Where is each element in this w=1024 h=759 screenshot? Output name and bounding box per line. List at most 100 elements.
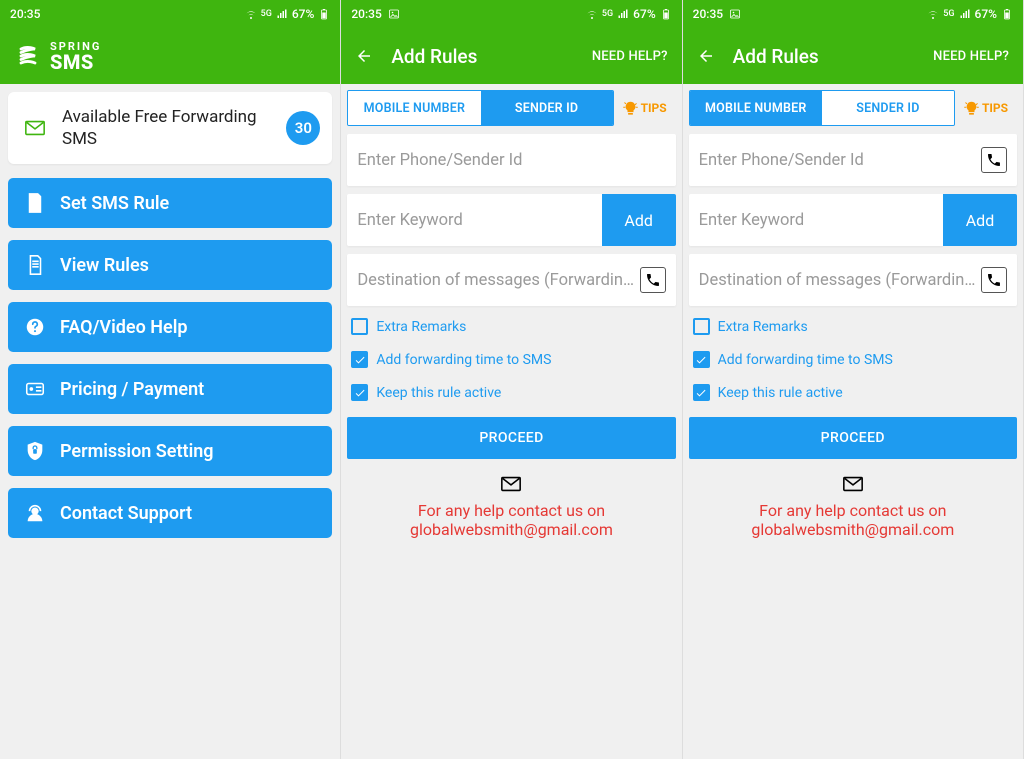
checkbox-icon xyxy=(351,384,368,401)
keyword-input[interactable] xyxy=(699,211,933,230)
support-icon xyxy=(24,502,46,524)
destination-field[interactable] xyxy=(689,254,1017,306)
screen-home: 20:35 5G 67% SPRING SMS Available Free F… xyxy=(0,0,341,759)
screenshot-icon xyxy=(729,8,741,20)
contacts-picker-button[interactable] xyxy=(981,267,1007,293)
checkbox-icon xyxy=(693,384,710,401)
destination-field[interactable] xyxy=(347,254,675,306)
keyword-input[interactable] xyxy=(357,211,591,230)
envelope-icon xyxy=(496,473,526,495)
checkbox-rule-active[interactable]: Keep this rule active xyxy=(347,380,675,405)
screen-add-rules-mobile: 20:35 5G 67% Add Rules NEED HELP? MOBILE… xyxy=(341,0,682,759)
help-text-1: For any help contact us on xyxy=(347,501,675,520)
tips-button[interactable]: TIPS xyxy=(955,90,1017,126)
checkbox-icon xyxy=(693,318,710,335)
page-title: Add Rules xyxy=(733,45,933,68)
battery-pct: 67% xyxy=(292,7,314,21)
hotspot-icon xyxy=(245,8,257,20)
proceed-button[interactable]: PROCEED xyxy=(689,417,1017,459)
set-rule-icon xyxy=(24,192,46,214)
tab-group: MOBILE NUMBER SENDER ID xyxy=(689,90,955,126)
tab-group: MOBILE NUMBER SENDER ID xyxy=(347,90,613,126)
faq-icon xyxy=(24,316,46,338)
envelope-icon xyxy=(20,117,50,139)
battery-icon xyxy=(660,8,672,20)
app-bar: Add Rules NEED HELP? xyxy=(341,28,681,84)
phone-sender-field[interactable] xyxy=(689,134,1017,186)
network-type: 5G xyxy=(943,9,954,19)
battery-icon xyxy=(318,8,330,20)
screen-add-rules-sender: 20:35 5G 67% Add Rules NEED HELP? MOBILE… xyxy=(683,0,1024,759)
menu-pricing[interactable]: Pricing / Payment xyxy=(8,364,332,414)
keyword-field[interactable] xyxy=(347,194,601,246)
phone-icon xyxy=(986,272,1002,288)
signal-icon xyxy=(617,8,629,20)
checkbox-forwarding-time[interactable]: Add forwarding time to SMS xyxy=(689,347,1017,372)
envelope-icon xyxy=(838,473,868,495)
destination-input[interactable] xyxy=(357,271,633,290)
checkbox-extra-remarks[interactable]: Extra Remarks xyxy=(689,314,1017,339)
contacts-picker-button[interactable] xyxy=(640,267,666,293)
help-text-1: For any help contact us on xyxy=(689,501,1017,520)
add-keyword-button[interactable]: Add xyxy=(943,194,1017,246)
screenshot-icon xyxy=(388,8,400,20)
phone-sender-input[interactable] xyxy=(357,151,665,170)
battery-pct: 67% xyxy=(633,7,655,21)
menu-permission[interactable]: Permission Setting xyxy=(8,426,332,476)
free-sms-card[interactable]: Available Free Forwarding SMS 30 xyxy=(8,92,332,164)
checkbox-forwarding-time[interactable]: Add forwarding time to SMS xyxy=(347,347,675,372)
back-icon[interactable] xyxy=(355,47,373,65)
need-help-link[interactable]: NEED HELP? xyxy=(933,49,1009,64)
phone-sender-field[interactable] xyxy=(347,134,675,186)
back-icon[interactable] xyxy=(697,47,715,65)
phone-icon xyxy=(986,152,1002,168)
app-bar: Add Rules NEED HELP? xyxy=(683,28,1023,84)
free-sms-label: Available Free Forwarding SMS xyxy=(62,106,274,150)
status-time: 20:35 xyxy=(693,7,723,21)
app-logo-text: SPRING SMS xyxy=(50,41,101,72)
add-keyword-button[interactable]: Add xyxy=(602,194,676,246)
status-bar: 20:35 5G 67% xyxy=(683,0,1023,28)
tab-mobile-number[interactable]: MOBILE NUMBER xyxy=(348,91,480,125)
proceed-button[interactable]: PROCEED xyxy=(347,417,675,459)
page-title: Add Rules xyxy=(391,45,591,68)
status-bar: 20:35 5G 67% xyxy=(341,0,681,28)
menu-view-rules[interactable]: View Rules xyxy=(8,240,332,290)
menu-faq[interactable]: FAQ/Video Help xyxy=(8,302,332,352)
menu-set-sms-rule[interactable]: Set SMS Rule xyxy=(8,178,332,228)
tab-sender-id[interactable]: SENDER ID xyxy=(481,91,613,125)
signal-icon xyxy=(959,8,971,20)
checkbox-rule-active[interactable]: Keep this rule active xyxy=(689,380,1017,405)
menu-support[interactable]: Contact Support xyxy=(8,488,332,538)
checkbox-extra-remarks[interactable]: Extra Remarks xyxy=(347,314,675,339)
phone-sender-input[interactable] xyxy=(699,151,975,170)
pricing-icon xyxy=(24,378,46,400)
tab-mobile-number[interactable]: MOBILE NUMBER xyxy=(690,91,822,125)
need-help-link[interactable]: NEED HELP? xyxy=(592,49,668,64)
destination-input[interactable] xyxy=(699,271,975,290)
network-type: 5G xyxy=(602,9,613,19)
tab-sender-id[interactable]: SENDER ID xyxy=(822,91,954,125)
app-bar: SPRING SMS xyxy=(0,28,340,84)
battery-icon xyxy=(1001,8,1013,20)
tips-button[interactable]: TIPS xyxy=(614,90,676,126)
app-logo-icon xyxy=(14,42,42,70)
checkbox-icon xyxy=(693,351,710,368)
checkbox-icon xyxy=(351,318,368,335)
contact-help-box: For any help contact us on globalwebsmit… xyxy=(347,473,675,539)
phone-icon xyxy=(645,272,661,288)
hotspot-icon xyxy=(586,8,598,20)
shield-icon xyxy=(24,440,46,462)
status-time: 20:35 xyxy=(351,7,381,21)
free-sms-count-badge: 30 xyxy=(286,111,320,145)
contact-help-box: For any help contact us on globalwebsmit… xyxy=(689,473,1017,539)
contacts-picker-button[interactable] xyxy=(981,147,1007,173)
bulb-icon xyxy=(964,101,979,116)
help-email[interactable]: globalwebsmith@gmail.com xyxy=(689,520,1017,539)
network-type: 5G xyxy=(261,9,272,19)
help-email[interactable]: globalwebsmith@gmail.com xyxy=(347,520,675,539)
hotspot-icon xyxy=(927,8,939,20)
bulb-icon xyxy=(623,101,638,116)
keyword-field[interactable] xyxy=(689,194,943,246)
status-time: 20:35 xyxy=(10,7,40,21)
